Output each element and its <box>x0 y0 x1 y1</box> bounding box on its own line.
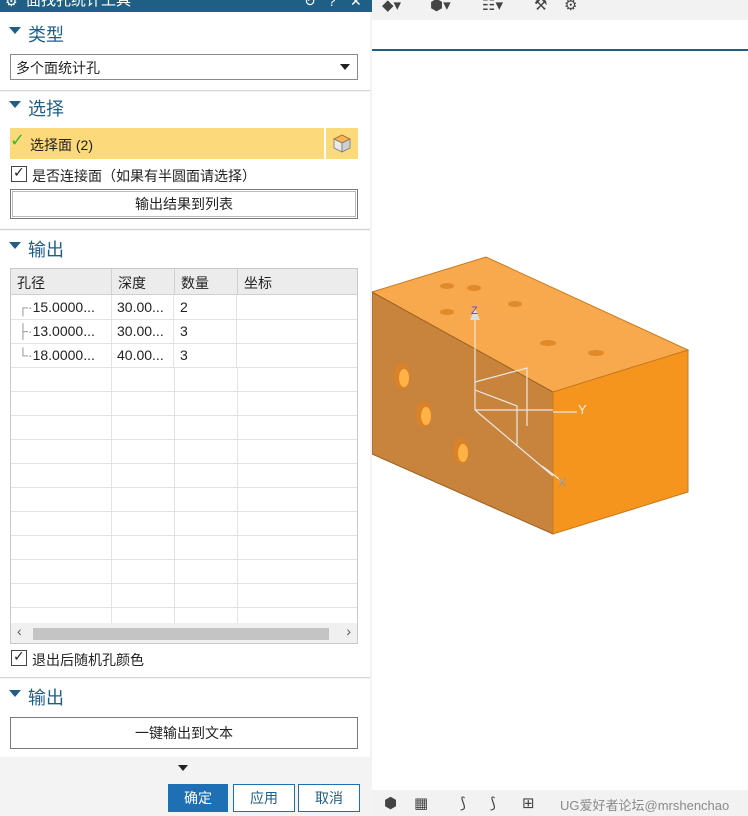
reset-icon[interactable]: ↻ <box>304 0 316 9</box>
part-model-render <box>372 256 690 535</box>
settings-icon[interactable]: ⚙ <box>564 0 577 14</box>
scroll-left-icon[interactable]: ‹ <box>17 623 22 639</box>
empty-row <box>11 439 357 464</box>
dialog-title: 面找孔统计工具 <box>26 0 132 9</box>
curve-edit-icon[interactable]: ⟆ <box>490 794 496 812</box>
table-row[interactable]: └·18.0000... 40.00... 3 <box>11 343 357 368</box>
output-section-title: 输出 <box>28 240 64 260</box>
chevron-down-icon <box>340 64 350 70</box>
snap-icon[interactable]: ⊞ <box>522 794 535 812</box>
output-section-header[interactable]: 输出 <box>0 233 370 263</box>
curve-icon[interactable]: ⟆ <box>460 794 466 812</box>
empty-row <box>11 367 357 392</box>
connected-face-label: 是否连接面（如果有半圆面请选择） <box>32 168 256 184</box>
tree-line-icon: ├·13.0000... <box>11 319 112 343</box>
checkbox-tick-icon: ✓ <box>13 164 25 180</box>
cell-depth: 30.00... <box>112 319 174 343</box>
x-axis-label: X <box>558 475 567 490</box>
y-axis-label: Y <box>578 402 587 417</box>
help-icon[interactable]: ? <box>328 0 336 9</box>
type-section-title: 类型 <box>28 25 64 45</box>
tree-line-icon: └·18.0000... <box>11 343 112 367</box>
face-selector-button[interactable] <box>326 128 358 159</box>
table-row[interactable]: ├·13.0000... 30.00... 3 <box>11 319 357 344</box>
section-divider <box>0 229 370 230</box>
type-section-header[interactable]: 类型 <box>0 18 370 48</box>
expand-more-icon[interactable] <box>178 765 188 771</box>
empty-row <box>11 535 357 560</box>
export-section-title: 输出 <box>28 688 64 708</box>
cell-coord <box>238 319 357 343</box>
cell-coord <box>238 295 357 319</box>
empty-row <box>11 415 357 440</box>
graphics-viewport[interactable]: ◆▾ ⬢▾ ☷▾ ⚒ ⚙ Z Y X ⬢ ▦ ⟆ ⟆ ⊞ UG爱好者论坛@mrs… <box>372 0 748 816</box>
cell-count: 2 <box>175 295 237 319</box>
connected-face-checkbox[interactable]: ✓ <box>11 164 27 182</box>
type-dropdown[interactable]: 多个面统计孔 <box>10 54 358 80</box>
section-divider <box>0 90 370 91</box>
select-face-label: 选择面 (2) <box>30 137 93 153</box>
cell-count: 3 <box>175 343 237 367</box>
column-header-depth[interactable]: 深度 <box>112 269 175 295</box>
dialog-titlebar: ⚙ 面找孔统计工具 ↻ ? ✕ <box>0 0 372 12</box>
horizontal-scrollbar[interactable]: ‹ › <box>11 623 357 643</box>
cell-count: 3 <box>175 319 237 343</box>
empty-row <box>11 559 357 584</box>
assembly-icon[interactable]: ▦ <box>414 794 428 812</box>
collapse-arrow-icon <box>9 690 21 697</box>
scroll-right-icon[interactable]: › <box>346 623 351 639</box>
output-to-list-button[interactable]: 输出结果到列表 <box>10 189 358 219</box>
z-axis-label: Z <box>471 305 478 317</box>
random-color-label: 退出后随机孔颜色 <box>32 652 144 668</box>
scrollbar-thumb[interactable] <box>33 628 329 640</box>
export-to-text-button[interactable]: 一键输出到文本 <box>10 717 358 749</box>
cube-icon <box>333 134 351 153</box>
select-face-row[interactable]: ✓ 选择面 (2) <box>10 128 324 159</box>
export-section-header[interactable]: 输出 <box>0 681 370 711</box>
watermark-text: UG爱好者论坛@mrshenchao <box>560 798 730 813</box>
hole-stats-dialog: ⚙ 面找孔统计工具 ↻ ? ✕ 类型 多个面统计孔 选择 ✓ 选择面 (2) ✓… <box>0 0 372 816</box>
apply-button[interactable]: 应用 <box>233 784 295 812</box>
column-header-diameter[interactable]: 孔径 <box>11 269 112 295</box>
cancel-button[interactable]: 取消 <box>298 784 360 812</box>
select-section-title: 选择 <box>28 99 64 119</box>
checkbox-tick-icon: ✓ <box>13 648 25 664</box>
checkmark-icon: ✓ <box>10 130 26 150</box>
cell-depth: 40.00... <box>112 343 174 367</box>
empty-row <box>11 391 357 416</box>
cell-coord <box>238 343 357 367</box>
view-orient-icon[interactable]: ◆▾ <box>382 0 401 14</box>
top-toolbar: ◆▾ ⬢▾ ☷▾ ⚒ ⚙ <box>372 0 748 20</box>
collapse-arrow-icon <box>9 101 21 108</box>
collapse-arrow-icon <box>9 27 21 34</box>
tree-line-icon: ┌·15.0000... <box>11 295 112 319</box>
tools-icon[interactable]: ⚒ <box>534 0 547 14</box>
random-color-checkbox[interactable]: ✓ <box>11 648 27 666</box>
section-divider <box>0 677 370 678</box>
ok-button[interactable]: 确定 <box>168 784 228 812</box>
cell-depth: 30.00... <box>112 295 174 319</box>
empty-row <box>11 583 357 608</box>
empty-row <box>11 487 357 512</box>
layer-icon[interactable]: ☷▾ <box>482 0 503 14</box>
collapse-arrow-icon <box>9 242 21 249</box>
gear-icon: ⚙ <box>5 0 18 9</box>
viewport-border <box>372 49 748 51</box>
render-style-icon[interactable]: ⬢▾ <box>430 0 451 14</box>
table-row[interactable]: ┌·15.0000... 30.00... 2 <box>11 295 357 320</box>
type-dropdown-value: 多个面统计孔 <box>16 60 100 76</box>
hole-results-table[interactable]: 孔径 深度 数量 坐标 ┌·15.0000... 30.00... 2 ├·13… <box>10 268 358 644</box>
part-icon[interactable]: ⬢ <box>384 794 397 812</box>
empty-row <box>11 511 357 536</box>
empty-row <box>11 463 357 488</box>
column-header-coord[interactable]: 坐标 <box>238 269 357 295</box>
select-section-header[interactable]: 选择 <box>0 92 370 122</box>
column-header-count[interactable]: 数量 <box>175 269 238 295</box>
close-icon[interactable]: ✕ <box>350 0 362 9</box>
